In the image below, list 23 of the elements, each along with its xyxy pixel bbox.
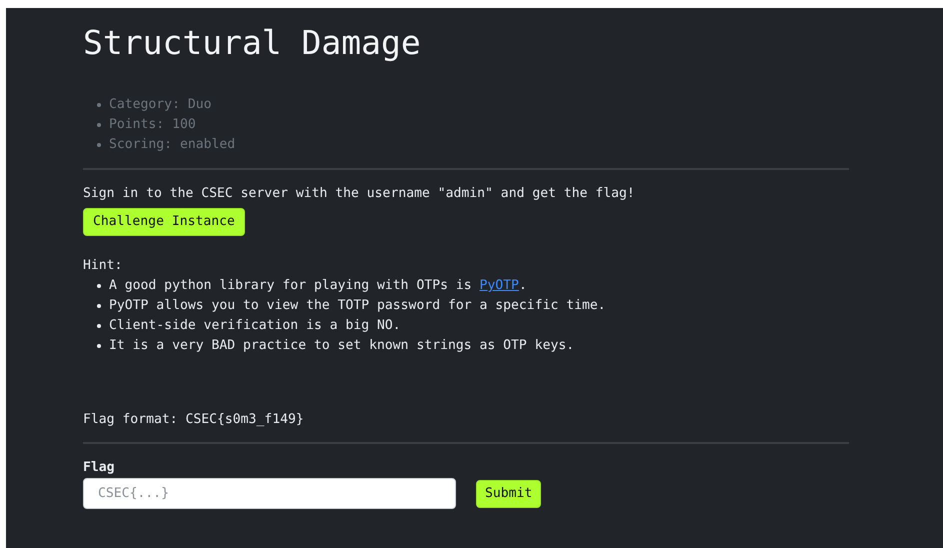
- hint-text: PyOTP allows you to view the TOTP password for a specific time.: [109, 297, 606, 315]
- flag-label: Flag: [83, 459, 116, 477]
- submit-button[interactable]: Submit: [476, 480, 542, 508]
- flag-format: Flag format: CSEC{s0m3_f149}: [83, 411, 305, 429]
- bullet-icon: [97, 304, 101, 308]
- challenge-instance-button[interactable]: Challenge Instance: [83, 208, 245, 236]
- pyotp-link[interactable]: PyOTP: [480, 278, 519, 293]
- hint-text: A good python library for playing with OTPs is PyOTP.: [109, 277, 527, 295]
- challenge-description: Sign in to the CSEC server with the username "admin" and get the flag!: [83, 185, 636, 203]
- bullet-icon: [97, 344, 101, 348]
- meta-item: Category: Duo: [109, 96, 212, 114]
- bullet-icon: [97, 324, 101, 328]
- flag-input[interactable]: CSEC{...}: [83, 478, 456, 509]
- bullet-icon: [97, 143, 101, 147]
- bullet-icon: [97, 123, 101, 127]
- meta-item: Points: 100: [109, 116, 196, 134]
- bullet-icon: [97, 284, 101, 288]
- page-title: Structural Damage: [83, 22, 422, 59]
- hint-text: Client-side verification is a big NO.: [109, 317, 401, 335]
- bullet-icon: [97, 103, 101, 107]
- hint-text: It is a very BAD practice to set known strings as OTP keys.: [109, 337, 574, 355]
- meta-item: Scoring: enabled: [109, 136, 236, 154]
- hint-label: Hint:: [83, 257, 124, 275]
